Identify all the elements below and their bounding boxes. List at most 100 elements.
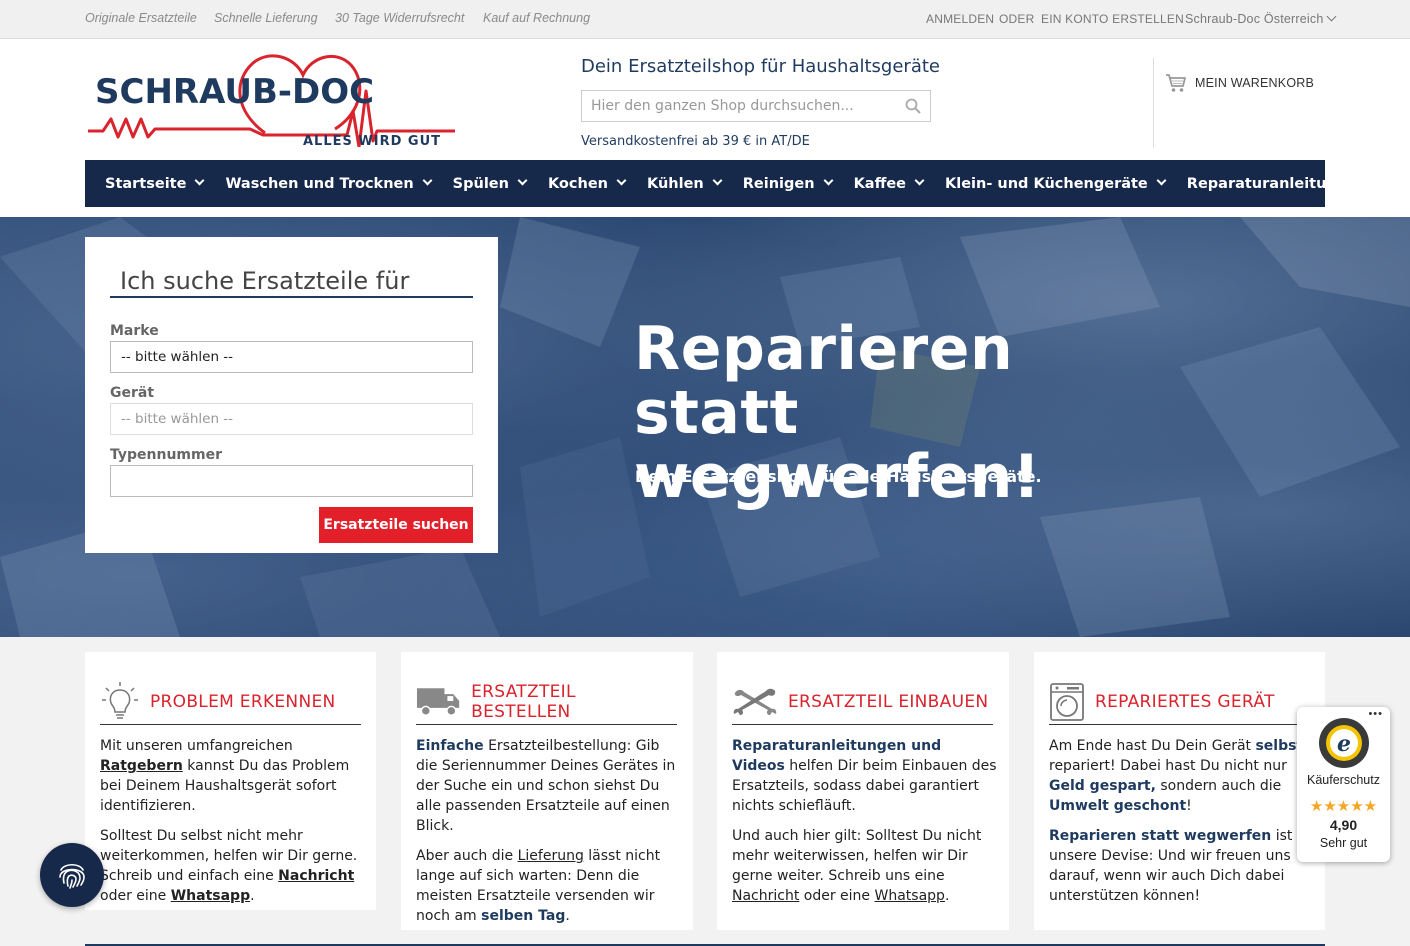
device-select[interactable]: -- bitte wählen -- bbox=[110, 403, 473, 435]
text: oder eine bbox=[100, 888, 171, 904]
whatsapp-link[interactable]: Whatsapp bbox=[875, 888, 945, 904]
brand-label: Marke bbox=[110, 323, 159, 339]
device-label: Gerät bbox=[110, 385, 155, 401]
chevron-down-icon bbox=[712, 175, 723, 186]
logo[interactable]: SCHRAUB-DOC ALLES WIRD GUT bbox=[85, 51, 457, 147]
nav-label: Klein- und Küchengeräte bbox=[945, 175, 1148, 192]
text-bold: Geld gespart, bbox=[1049, 778, 1156, 794]
rating-score: 4,90 bbox=[1329, 817, 1358, 833]
message-link[interactable]: Nachricht bbox=[278, 868, 354, 884]
text: Und auch hier gilt: Solltest Du nicht me… bbox=[732, 828, 982, 884]
shop-tagline: Dein Ersatzteilshop für Haushaltsgeräte bbox=[581, 56, 940, 77]
message-link[interactable]: Nachricht bbox=[732, 888, 799, 904]
divider bbox=[1153, 58, 1154, 148]
nav-label: Reinigen bbox=[742, 175, 815, 192]
chevron-down-icon bbox=[616, 175, 627, 186]
whatsapp-link[interactable]: Whatsapp bbox=[171, 888, 250, 904]
text-bold: Umwelt geschont bbox=[1049, 798, 1187, 814]
lightbulb-icon bbox=[102, 682, 138, 719]
nav-item-reparaturanleitungen[interactable]: Reparaturanleitungen bbox=[1186, 175, 1386, 192]
usp-fast-delivery: Schnelle Lieferung bbox=[214, 11, 318, 25]
nav-item-kleingeraete[interactable]: Klein- und Küchengeräte bbox=[945, 175, 1167, 192]
type-number-input[interactable] bbox=[110, 465, 473, 497]
nav-label: Kochen bbox=[547, 175, 608, 192]
more-options-icon[interactable]: ••• bbox=[1368, 708, 1383, 720]
text-bold: Reparieren statt wegwerfen bbox=[1049, 828, 1272, 844]
card-install: ERSATZTEIL EINBAUEN Reparaturanleitungen… bbox=[717, 652, 1009, 930]
text: ! bbox=[1186, 798, 1192, 814]
top-bar: Originale Ersatzteile Schnelle Lieferung… bbox=[0, 0, 1410, 39]
search-box bbox=[581, 90, 931, 122]
register-link[interactable]: EIN KONTO ERSTELLEN bbox=[1041, 12, 1184, 26]
chevron-down-icon bbox=[1156, 175, 1167, 186]
card-header: ERSATZTEIL EINBAUEN bbox=[732, 680, 993, 725]
card-order: ERSATZTEIL BESTELLEN Einfache Ersatzteil… bbox=[401, 652, 693, 930]
main-nav: Startseite Waschen und Trocknen Spülen K… bbox=[85, 160, 1386, 207]
nav-item-startseite[interactable]: Startseite bbox=[105, 175, 205, 192]
delivery-link[interactable]: Lieferung bbox=[518, 848, 584, 864]
guides-link[interactable]: Ratgebern bbox=[100, 758, 183, 774]
text: Aber auch die bbox=[416, 848, 518, 864]
rating-stars: ★★★★★ bbox=[1309, 798, 1378, 815]
store-switcher-label: Schraub-Doc Österreich bbox=[1185, 12, 1324, 26]
card-title: PROBLEM ERKENNEN bbox=[150, 692, 336, 712]
part-finder: Ich suche Ersatzteile für Marke -- bitte… bbox=[85, 237, 498, 553]
cart-link[interactable]: MEIN WARENKORB bbox=[1165, 73, 1314, 93]
logo-text: SCHRAUB-DOC bbox=[95, 72, 374, 112]
nav-label: Kühlen bbox=[646, 175, 704, 192]
nav-label: Spülen bbox=[452, 175, 509, 192]
logo-tagline: ALLES WIRD GUT bbox=[303, 134, 441, 147]
chevron-down-icon bbox=[1327, 11, 1337, 22]
card-text: Mit unseren umfangreichen Ratgebern kann… bbox=[100, 736, 365, 916]
search-icon[interactable] bbox=[905, 98, 921, 114]
card-header: PROBLEM ERKENNEN bbox=[100, 680, 361, 725]
nav-item-reinigen[interactable]: Reinigen bbox=[742, 175, 834, 192]
card-repaired: REPARIERTES GERÄT Am Ende hast Du Dein G… bbox=[1034, 652, 1325, 930]
tools-icon bbox=[733, 688, 777, 715]
trusted-shops-seal-icon: e bbox=[1319, 718, 1369, 768]
type-number-label: Typennummer bbox=[110, 447, 223, 463]
card-text: Reparaturanleitungen und Videos helfen D… bbox=[732, 736, 997, 916]
text-bold: selben Tag bbox=[481, 908, 566, 924]
trusted-shops-badge[interactable]: ••• e Käuferschutz ★★★★★ 4,90 Sehr gut bbox=[1297, 707, 1390, 862]
card-problem: PROBLEM ERKENNEN Mit unseren umfangreich… bbox=[85, 652, 376, 910]
or-text: ODER bbox=[999, 12, 1035, 26]
usp-return-policy: 30 Tage Widerrufsrecht bbox=[335, 11, 465, 25]
brand-select[interactable]: -- bitte wählen -- bbox=[110, 341, 473, 373]
text-bold: selbst bbox=[1255, 738, 1304, 754]
rating-verdict: Sehr gut bbox=[1319, 836, 1368, 850]
store-switcher[interactable]: Schraub-Doc Österreich bbox=[1185, 11, 1337, 26]
search-input[interactable] bbox=[582, 91, 882, 121]
cart-icon bbox=[1166, 74, 1186, 92]
nav-item-waschen-trocknen[interactable]: Waschen und Trocknen bbox=[225, 176, 433, 192]
nav-item-spuelen[interactable]: Spülen bbox=[452, 175, 528, 192]
nav-label: Kaffee bbox=[853, 175, 906, 192]
seal-letter: e bbox=[1337, 731, 1351, 757]
chevron-down-icon bbox=[195, 175, 205, 186]
nav-item-kochen[interactable]: Kochen bbox=[547, 175, 627, 192]
login-link[interactable]: ANMELDEN bbox=[926, 12, 994, 26]
text: Am Ende hast Du Dein Gerät bbox=[1049, 738, 1256, 754]
nav-item-kaffee[interactable]: Kaffee bbox=[853, 175, 925, 192]
nav-item-kuehlen[interactable]: Kühlen bbox=[646, 175, 723, 192]
text: sondern auch die bbox=[1155, 778, 1282, 794]
text: . bbox=[250, 888, 255, 904]
nav-label: Reparaturanleitungen bbox=[1186, 175, 1368, 192]
site-header: SCHRAUB-DOC ALLES WIRD GUT Dein Ersatzte… bbox=[0, 39, 1410, 217]
text: oder eine bbox=[799, 888, 875, 904]
text: Mit unseren umfangreichen bbox=[100, 738, 293, 754]
chevron-down-icon bbox=[823, 175, 834, 186]
chevron-down-icon bbox=[914, 175, 925, 186]
card-text: Einfache Ersatzteilbestellung: Gib die S… bbox=[416, 736, 681, 936]
buyer-protection-label: Käuferschutz bbox=[1307, 773, 1380, 787]
card-header: REPARIERTES GERÄT bbox=[1049, 680, 1310, 725]
text: repariert! Dabei hast Du nicht nur bbox=[1049, 758, 1287, 774]
fingerprint-icon bbox=[59, 863, 85, 889]
privacy-settings-button[interactable] bbox=[40, 843, 104, 907]
card-header: ERSATZTEIL BESTELLEN bbox=[416, 680, 677, 725]
shipping-info: Versandkostenfrei ab 39 € in AT/DE bbox=[581, 134, 810, 149]
search-parts-button[interactable]: Ersatzteile suchen bbox=[319, 507, 473, 543]
text: . bbox=[565, 908, 570, 924]
hero-banner: Reparieren statt wegwerfen! Dein Ersatzt… bbox=[0, 217, 1410, 637]
chevron-down-icon bbox=[1375, 175, 1386, 186]
